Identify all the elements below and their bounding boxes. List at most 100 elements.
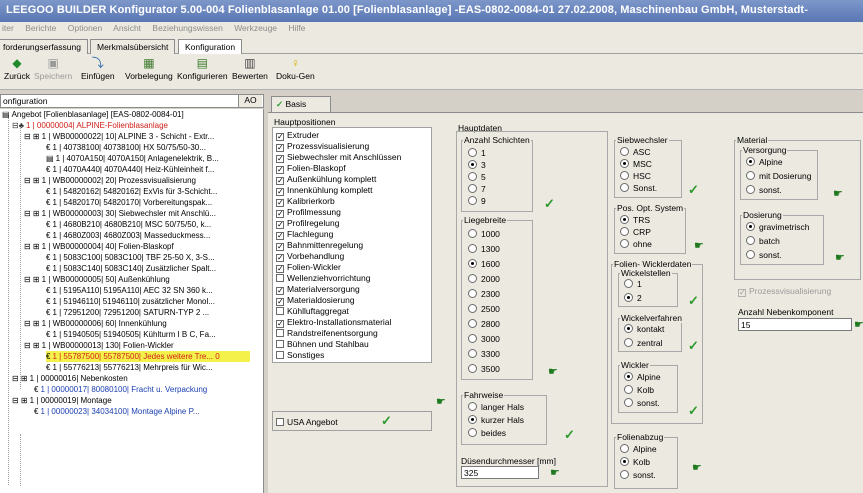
checkbox-vorbehandlung[interactable]: ✓ Vorbehandlung — [276, 251, 344, 262]
tree-item-group[interactable]: ⊟ ⊞ 1 | WB00000006| 60| Innenkühlung — [24, 318, 167, 329]
radio-liegebreite-2300[interactable]: 2300 — [468, 289, 500, 299]
checkbox-kuehlluftaggregat[interactable]: Kühlluftaggregat — [276, 306, 349, 316]
tree-item-group[interactable]: ⊟ ⊞ 1 | WB00000004| 40| Folien-Blaskopf — [24, 241, 174, 252]
radio-versorgung-mit-dosierung[interactable]: mit Dosierung — [746, 171, 811, 181]
checkbox-prozessvisualisierung[interactable]: ✓ Prozessvisualisierung — [276, 141, 369, 152]
checkbox-randstreifenentsorgung[interactable]: Randstreifenentsorgung — [276, 328, 378, 338]
menu-item[interactable]: Beziehungswissen — [152, 23, 222, 33]
menu-item[interactable]: Optionen — [68, 23, 103, 33]
radio-liegebreite-2500[interactable]: 2500 — [468, 304, 500, 314]
hand-icon[interactable]: ☛ — [854, 320, 863, 331]
tree-item-position[interactable]: €1 | 00000023| 34034100| Montage Alpine … — [34, 406, 200, 417]
tree-item-position[interactable]: €1 | 00000017| 80080100| Fracht u. Verpa… — [34, 384, 207, 395]
checkbox-usa-angebot[interactable]: USA Angebot — [276, 417, 338, 427]
radio-liegebreite-1300[interactable]: 1300 — [468, 244, 500, 254]
insert-button[interactable]: ⤵ Einfügen — [81, 56, 115, 81]
radio-schichten-7[interactable]: 7 — [468, 184, 486, 194]
menu-item[interactable]: Werkzeuge — [234, 23, 277, 33]
radio-liegebreite-3000[interactable]: 3000 — [468, 334, 500, 344]
radio-liegebreite-1000[interactable]: 1000 — [468, 229, 500, 239]
radio-sieb-hsc[interactable]: HSC — [620, 171, 651, 181]
tree-item-position[interactable]: €1 | 40738100| 40738100| HX 50/75/50-30.… — [46, 142, 206, 153]
radio-dosierung-gravimetrisch[interactable]: gravimetrisch — [746, 222, 810, 232]
checkbox-materialdosierung[interactable]: ✓ Materialdosierung — [276, 295, 355, 306]
checkbox-folien-blaskopf[interactable]: ✓ Folien-Blaskopf — [276, 163, 346, 174]
tree-item-position[interactable]: ▤ 1 | 4070A150| 4070A150| Anlagenelektrik… — [46, 153, 219, 164]
radio-sieb-sonst[interactable]: Sonst. — [620, 183, 657, 193]
tree-item-position[interactable]: €1 | 51940505| 51940505| Kühlturm I B C,… — [46, 329, 216, 340]
radio-pos-ohne[interactable]: ohne — [620, 239, 652, 249]
tree-item-position[interactable]: €1 | 51946110| 51946110| zusätzlicher Mo… — [46, 296, 215, 307]
checkbox-materialversorgung[interactable]: ✓ Materialversorgung — [276, 284, 360, 295]
hand-icon[interactable]: ☛ — [436, 397, 446, 408]
tree-item-position[interactable]: €1 | 5083C140| 5083C140| Zusätzlicher Sp… — [46, 263, 216, 274]
radio-dosierung-batch[interactable]: batch — [746, 236, 780, 246]
radio-folienabzug-alpine[interactable]: Alpine — [620, 444, 657, 454]
radio-wickler-kolb[interactable]: Kolb — [624, 385, 654, 395]
tree-item-position[interactable]: €1 | 55776213| 55776213| Mehrpreis für W… — [46, 362, 213, 373]
radio-sieb-asc[interactable]: ASC — [620, 147, 650, 157]
tree-item-position[interactable]: €1 | 72951200| 72951200| SATURN-TYP 2 ..… — [46, 307, 209, 318]
checkbox-buehnen-stahlbau[interactable]: Bühnen und Stahlbau — [276, 339, 369, 349]
hand-icon[interactable]: ☛ — [550, 468, 560, 479]
preset-button[interactable]: ▦ Vorbelegung — [125, 56, 173, 81]
radio-liegebreite-1600[interactable]: 1600 — [468, 259, 500, 269]
tree-item-position[interactable]: €1 | 54820162| 54820162| ExVis für 3-Sch… — [46, 186, 217, 197]
save-button[interactable]: ▣ Speichern — [34, 56, 72, 81]
duesendurchmesser-input[interactable]: 325 — [461, 466, 539, 479]
radio-folienabzug-sonst[interactable]: sonst. — [620, 470, 656, 480]
radio-versorgung-alpine[interactable]: Alpine — [746, 157, 783, 167]
menu-item[interactable]: Hilfe — [288, 23, 305, 33]
back-button[interactable]: ◆ Zurück — [4, 56, 30, 81]
hand-icon[interactable]: ☛ — [835, 253, 845, 264]
checkbox-aussenkuehlung[interactable]: ✓ Außenkühlung komplett — [276, 174, 376, 185]
hand-icon[interactable]: ☛ — [548, 367, 558, 378]
tree-item-position[interactable]: €1 | 5195A110| 5195A110| AEC 32 SN 360 k… — [46, 285, 213, 296]
checkbox-kalibrierkorb[interactable]: ✓ Kalibrierkorb — [276, 196, 335, 207]
evaluate-button[interactable]: ▥ Bewerten — [232, 56, 268, 81]
hand-icon[interactable]: ☛ — [694, 241, 704, 252]
checkbox-bahnmittenregelung[interactable]: ✓ Bahnmittenregelung — [276, 240, 363, 251]
radio-wickelstellen-2[interactable]: 2 — [624, 293, 642, 303]
radio-fahrweise-beides[interactable]: beides — [468, 428, 506, 438]
tree-item-group[interactable]: ⊟ ⊞ 1 | WB00000002| 20| Prozessvisualisie… — [24, 175, 196, 186]
tree-item-group[interactable]: ⊟ ⊞ 1 | 00000019| Montage — [12, 395, 112, 406]
tree-item-group[interactable]: ⊟ ⊞ 1 | WB00000005| 50| Außenkühlung — [24, 274, 170, 285]
checkbox-wellenziehvorrichtung[interactable]: Wellenziehvorrichtung — [276, 273, 370, 283]
radio-schichten-9[interactable]: 9 — [468, 196, 486, 206]
radio-dosierung-sonst[interactable]: sonst. — [746, 250, 782, 260]
checkbox-sonstiges[interactable]: Sonstiges — [276, 350, 324, 360]
tree-item-group[interactable]: ⊟ ⊞ 1 | WB00000022| 10| ALPINE 3 - Schich… — [24, 131, 214, 142]
tree-item-group[interactable]: ⊟ ⊞ 1 | WB00000003| 30| Siebwechsler mit … — [24, 208, 216, 219]
radio-wickelverfahren-zentral[interactable]: zentral — [624, 338, 663, 348]
tree-item-angebot[interactable]: ▤ Angebot [Folienblasanlage] [EAS-0802-00… — [2, 109, 184, 120]
radio-schichten-1[interactable]: 1 — [468, 148, 486, 158]
radio-versorgung-sonst[interactable]: sonst. — [746, 185, 782, 195]
radio-sieb-msc[interactable]: MSC — [620, 159, 652, 169]
tab-anforderungserfassung[interactable]: forderungserfassung — [0, 39, 88, 54]
configure-button[interactable]: ▤ Konfigurieren — [177, 56, 228, 81]
radio-wickelstellen-1[interactable]: 1 — [624, 279, 642, 289]
tree-item-anlage[interactable]: ⊟♣ 1 | 00000004| ALPINE-Folienblasanlage — [12, 120, 168, 131]
tree-item-group[interactable]: ⊟ ⊞ 1 | 00000016| Nebenkosten — [12, 373, 128, 384]
radio-pos-crp[interactable]: CRP — [620, 227, 651, 237]
radio-wickler-sonst[interactable]: sonst. — [624, 398, 660, 408]
radio-schichten-3[interactable]: 3 — [468, 160, 486, 170]
checkbox-profilmessung[interactable]: ✓ Profilmessung — [276, 207, 341, 218]
tree-item-position[interactable]: €1 | 4070A440| 4070A440| Heiz-Kühleinhei… — [46, 164, 214, 175]
tab-konfiguration[interactable]: Konfiguration — [178, 39, 243, 54]
checkbox-prozessvisualisierung-disabled[interactable]: ✓ Prozessvisualisierung — [738, 286, 831, 297]
menu-item[interactable]: Ansicht — [113, 23, 141, 33]
tree-item-position[interactable]: €1 | 5083C100| 5083C100| TBF 25-50 X, 3-… — [46, 252, 215, 263]
checkbox-siebwechsler[interactable]: ✓ Siebwechsler mit Anschlüssen — [276, 152, 401, 163]
radio-fahrweise-kurzer-hals[interactable]: kurzer Hals — [468, 415, 524, 425]
menu-item[interactable]: iter — [2, 23, 14, 33]
checkbox-elektro-installationsmaterial[interactable]: ✓ Elektro-Installationsmaterial — [276, 317, 391, 328]
tab-basis[interactable]: ✓ Basis — [271, 96, 331, 112]
configuration-tree[interactable]: ▤ Angebot [Folienblasanlage] [EAS-0802-00… — [0, 109, 264, 493]
tree-item-group[interactable]: ⊟ ⊞ 1 | WB00000013| 130| Folien-Wickler — [24, 340, 174, 351]
radio-liegebreite-3300[interactable]: 3300 — [468, 349, 500, 359]
radio-wickler-alpine[interactable]: Alpine — [624, 372, 661, 382]
radio-fahrweise-langer-hals[interactable]: langer Hals — [468, 402, 524, 412]
checkbox-folien-wickler[interactable]: ✓ Folien-Wickler — [276, 262, 341, 273]
